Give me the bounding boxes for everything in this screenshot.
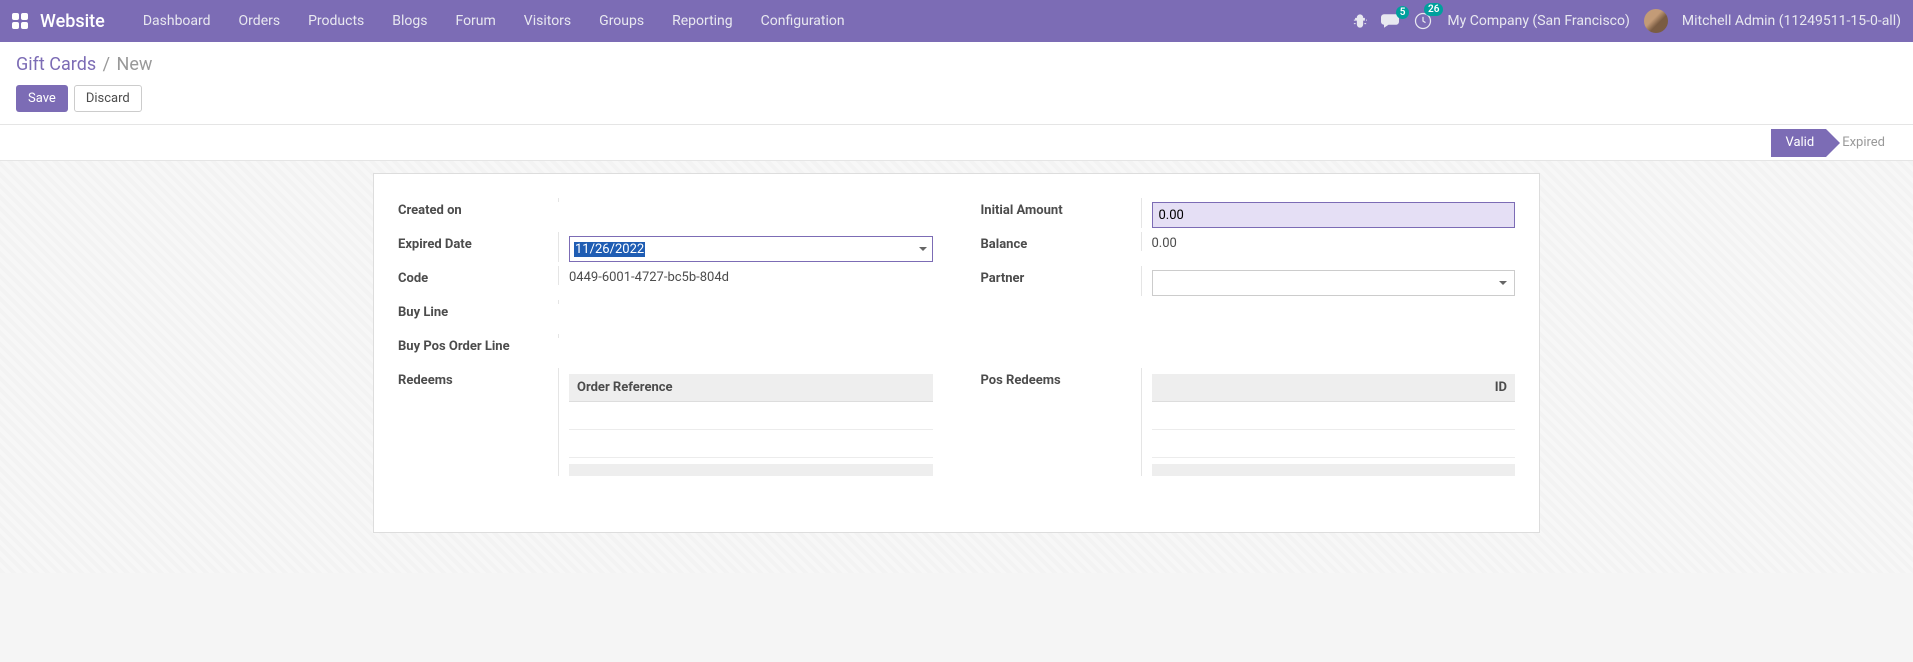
statusbar: Valid Expired bbox=[0, 125, 1913, 161]
nav-groups[interactable]: Groups bbox=[585, 13, 658, 29]
breadcrumb: Gift Cards / New bbox=[16, 54, 1897, 75]
right-column: Initial Amount Balance 0.00 Partner bbox=[981, 198, 1516, 476]
breadcrumb-root[interactable]: Gift Cards bbox=[16, 54, 96, 75]
label-pos-redeems: Pos Redeems bbox=[981, 368, 1141, 388]
nav-configuration[interactable]: Configuration bbox=[747, 13, 859, 29]
avatar[interactable] bbox=[1644, 9, 1668, 33]
table-row bbox=[569, 402, 933, 430]
status-expired[interactable]: Expired bbox=[1826, 129, 1901, 157]
label-initial-amount: Initial Amount bbox=[981, 198, 1141, 218]
label-expired-date: Expired Date bbox=[398, 232, 558, 252]
expired-date-input[interactable]: 11/26/2022 bbox=[569, 236, 933, 262]
discard-button[interactable]: Discard bbox=[74, 85, 142, 112]
systray: 5 26 My Company (San Francisco) Mitchell… bbox=[1353, 9, 1901, 33]
form-sheet: Created on Expired Date 11/26/2022 Code bbox=[373, 173, 1540, 533]
redeems-header: Order Reference bbox=[569, 374, 933, 402]
balance-value: 0.00 bbox=[1152, 235, 1177, 251]
table-row bbox=[1152, 430, 1516, 458]
label-redeems: Redeems bbox=[398, 368, 558, 388]
nav-forum[interactable]: Forum bbox=[441, 13, 509, 29]
nav-blogs[interactable]: Blogs bbox=[378, 13, 441, 29]
redeems-table: Order Reference bbox=[569, 374, 933, 476]
messaging-icon[interactable]: 5 bbox=[1381, 14, 1399, 28]
chevron-down-icon[interactable] bbox=[918, 244, 928, 254]
label-partner: Partner bbox=[981, 266, 1141, 286]
form-container: Created on Expired Date 11/26/2022 Code bbox=[0, 161, 1913, 573]
nav-products[interactable]: Products bbox=[294, 13, 378, 29]
pos-redeems-table: ID bbox=[1152, 374, 1516, 476]
user-menu[interactable]: Mitchell Admin (11249511-15-0-all) bbox=[1682, 13, 1901, 29]
save-button[interactable]: Save bbox=[16, 85, 68, 112]
company-switcher[interactable]: My Company (San Francisco) bbox=[1447, 13, 1629, 29]
label-buy-pos-order-line: Buy Pos Order Line bbox=[398, 334, 558, 354]
chevron-down-icon[interactable] bbox=[1498, 278, 1508, 288]
debug-icon[interactable] bbox=[1353, 14, 1367, 28]
table-row bbox=[1152, 464, 1516, 476]
activity-badge: 26 bbox=[1424, 3, 1443, 16]
table-row bbox=[1152, 402, 1516, 430]
pos-redeems-header: ID bbox=[1152, 374, 1516, 402]
activity-icon[interactable]: 26 bbox=[1413, 11, 1433, 31]
left-column: Created on Expired Date 11/26/2022 Code bbox=[398, 198, 933, 476]
chat-badge: 5 bbox=[1396, 6, 1410, 19]
label-balance: Balance bbox=[981, 232, 1141, 252]
nav-visitors[interactable]: Visitors bbox=[510, 13, 585, 29]
table-row bbox=[569, 464, 933, 476]
code-value: 0449-6001-4727-bc5b-804d bbox=[569, 269, 729, 285]
brand[interactable]: Website bbox=[40, 11, 105, 32]
label-buy-line: Buy Line bbox=[398, 300, 558, 320]
initial-amount-input[interactable] bbox=[1152, 202, 1516, 228]
expired-date-value: 11/26/2022 bbox=[574, 242, 645, 257]
nav-orders[interactable]: Orders bbox=[225, 13, 295, 29]
navbar: Website Dashboard Orders Products Blogs … bbox=[0, 0, 1913, 42]
status-valid[interactable]: Valid bbox=[1771, 129, 1826, 157]
label-created-on: Created on bbox=[398, 198, 558, 218]
control-panel: Gift Cards / New Save Discard bbox=[0, 42, 1913, 125]
breadcrumb-current: New bbox=[117, 54, 153, 75]
label-code: Code bbox=[398, 266, 558, 286]
apps-icon[interactable] bbox=[12, 13, 28, 29]
partner-select[interactable] bbox=[1152, 270, 1516, 296]
nav-dashboard[interactable]: Dashboard bbox=[129, 13, 225, 29]
nav-reporting[interactable]: Reporting bbox=[658, 13, 747, 29]
nav-menu: Dashboard Orders Products Blogs Forum Vi… bbox=[129, 13, 859, 29]
table-row bbox=[569, 430, 933, 458]
